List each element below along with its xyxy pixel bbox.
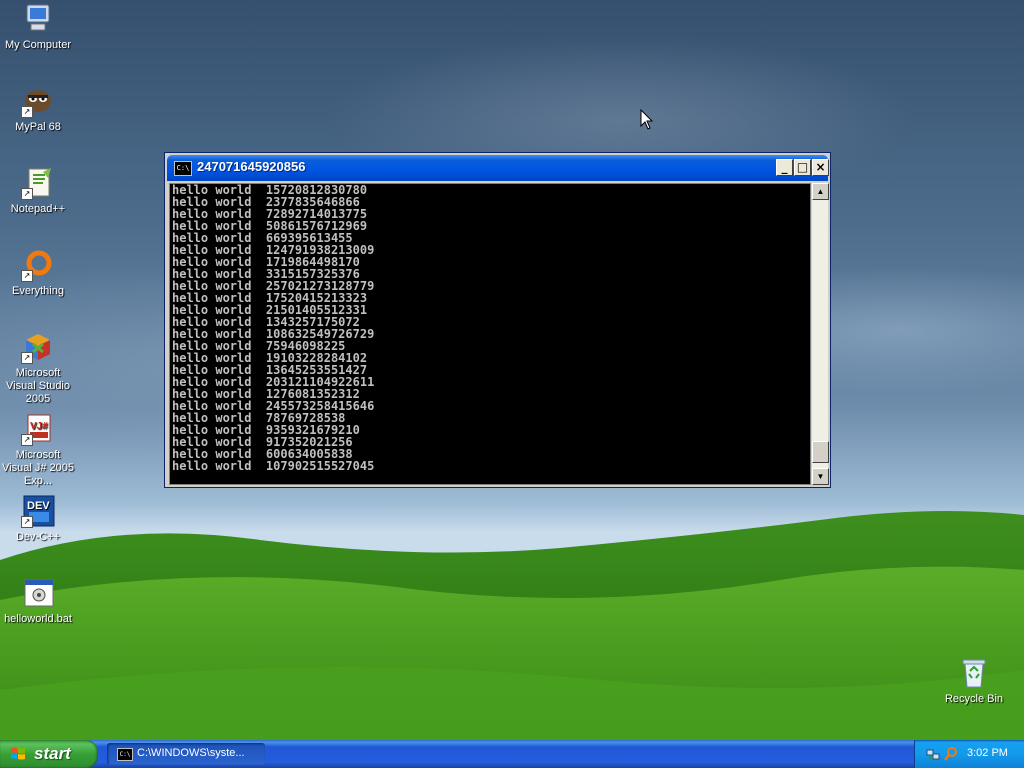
system-tray: 3:02 PM bbox=[914, 740, 1024, 768]
recycle-bin-icon bbox=[957, 656, 991, 690]
mypal-browser-icon: ↗ bbox=[21, 84, 55, 118]
shortcut-arrow-icon: ↗ bbox=[21, 106, 33, 118]
desktop-icon-mypal[interactable]: ↗ MyPal 68 bbox=[0, 84, 76, 134]
everything-search-icon: ↗ bbox=[21, 248, 55, 282]
network-icon[interactable] bbox=[925, 746, 941, 762]
maximize-button[interactable]: □ bbox=[794, 159, 811, 176]
taskbar-item-command-prompt[interactable]: C:\ C:\WINDOWS\syste... bbox=[107, 743, 265, 765]
taskbar-clock[interactable]: 3:02 PM bbox=[967, 747, 1008, 759]
my-computer-icon bbox=[21, 2, 55, 36]
desktop-icon-label: Microsoft Visual J# 2005 Exp... bbox=[2, 449, 74, 487]
console-output[interactable]: hello world 15720812830780 hello world 2… bbox=[169, 183, 811, 485]
desktop-icon-notepad-plus-plus[interactable]: ↗ Notepad++ bbox=[0, 166, 76, 216]
shortcut-arrow-icon: ↗ bbox=[21, 270, 33, 282]
desktop-icon-recycle-bin[interactable]: Recycle Bin bbox=[936, 656, 1012, 706]
taskbar-item-label: C:\WINDOWS\syste... bbox=[137, 747, 245, 759]
svg-text:DEV: DEV bbox=[27, 500, 50, 512]
shortcut-arrow-icon: ↗ bbox=[21, 352, 33, 364]
desktop-icon-visual-studio[interactable]: ↗ Microsoft Visual Studio 2005 bbox=[0, 330, 76, 406]
scroll-down-button[interactable]: ▼ bbox=[812, 468, 829, 485]
console-window[interactable]: C:\ 247071645920856 _ □ × hello world 15… bbox=[164, 152, 831, 488]
minimize-button[interactable]: _ bbox=[776, 159, 793, 176]
desktop-icon-helloworld-bat[interactable]: helloworld.bat bbox=[0, 576, 76, 626]
visual-studio-icon: ↗ bbox=[21, 330, 55, 364]
start-label: start bbox=[34, 744, 71, 763]
command-prompt-icon: C:\ bbox=[117, 748, 133, 761]
scroll-up-button[interactable]: ▲ bbox=[812, 183, 829, 200]
svg-text:VJ#: VJ# bbox=[30, 421, 48, 432]
taskbar: start C:\ C:\WINDOWS\syste... 3:02 PM bbox=[0, 740, 1024, 768]
desktop-icon-label: Notepad++ bbox=[10, 203, 66, 215]
window-titlebar[interactable]: C:\ 247071645920856 _ □ × bbox=[167, 155, 829, 181]
search-tray-icon[interactable] bbox=[943, 746, 959, 762]
visual-jsharp-icon: VJ# ↗ bbox=[21, 412, 55, 446]
notepad-plus-plus-icon: ↗ bbox=[21, 166, 55, 200]
console-line: hello world 107902515527045 bbox=[172, 459, 375, 473]
desktop-icon-label: My Computer bbox=[4, 39, 72, 51]
desktop-icon-label: MyPal 68 bbox=[15, 121, 61, 133]
desktop-icon-visual-jsharp[interactable]: VJ# ↗ Microsoft Visual J# 2005 Exp... bbox=[0, 412, 76, 488]
desktop-icon-label: Recycle Bin bbox=[944, 693, 1004, 705]
scroll-thumb[interactable] bbox=[812, 441, 829, 464]
vertical-scrollbar[interactable]: ▲ ▼ bbox=[811, 183, 829, 485]
mouse-cursor-icon bbox=[640, 109, 654, 130]
shortcut-arrow-icon: ↗ bbox=[21, 188, 33, 200]
batch-file-icon bbox=[21, 576, 55, 610]
close-button[interactable]: × bbox=[812, 159, 829, 176]
shortcut-arrow-icon: ↗ bbox=[21, 516, 33, 528]
window-title: 247071645920856 bbox=[197, 159, 306, 174]
desktop-icon-everything[interactable]: ↗ Everything bbox=[0, 248, 76, 298]
dev-cpp-icon: DEV ↗ bbox=[21, 494, 55, 528]
desktop-icon-dev-cpp[interactable]: DEV ↗ Dev-C++ bbox=[0, 494, 76, 544]
desktop-icon-my-computer[interactable]: My Computer bbox=[0, 2, 76, 52]
command-prompt-icon[interactable]: C:\ bbox=[174, 161, 192, 176]
shortcut-arrow-icon: ↗ bbox=[21, 434, 33, 446]
desktop-icon-label: helloworld.bat bbox=[4, 613, 72, 625]
windows-logo-icon bbox=[11, 747, 25, 760]
desktop-icon-label: Dev-C++ bbox=[15, 531, 61, 543]
start-button[interactable]: start bbox=[0, 740, 98, 768]
desktop-icon-label: Microsoft Visual Studio 2005 bbox=[5, 367, 70, 405]
desktop-icon-label: Everything bbox=[12, 285, 64, 297]
